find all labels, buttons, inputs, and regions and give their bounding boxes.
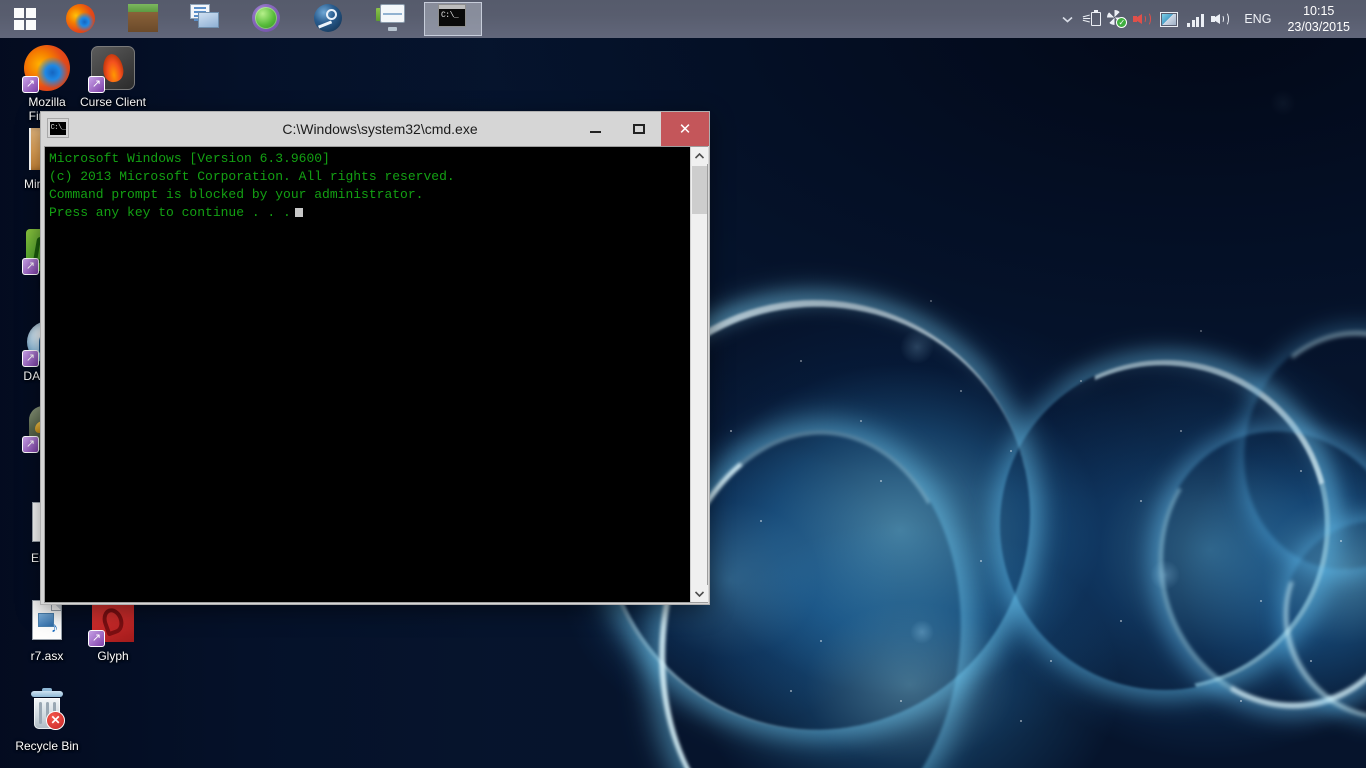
chevron-down-icon: [695, 591, 704, 597]
console-caret: [295, 208, 303, 217]
console-line: Microsoft Windows [Version 6.3.9600]: [49, 150, 686, 168]
desktop-icon-curse[interactable]: ↗ Curse Client: [76, 44, 150, 109]
desktop-icon-label: Glyph: [76, 649, 150, 663]
icon-art: ♪: [23, 598, 71, 646]
console-output[interactable]: Microsoft Windows [Version 6.3.9600](c) …: [45, 147, 690, 602]
shortcut-arrow-icon: ↗: [22, 76, 39, 93]
desktop-icon-glyph[interactable]: ↗ Glyph: [76, 598, 150, 663]
scroll-up-button[interactable]: [691, 147, 708, 164]
media-file-icon: ♪: [32, 600, 62, 640]
logo-pane: [14, 8, 24, 18]
taskbar-item-minecraft[interactable]: [114, 2, 172, 36]
display-icon[interactable]: [1156, 0, 1182, 38]
logo-pane: [14, 20, 24, 30]
desktop-icon-label: Recycle Bin: [10, 739, 84, 753]
desktop-icon-r7asx[interactable]: ♪ r7.asx: [10, 598, 84, 663]
shortcut-arrow-icon: ↗: [88, 76, 105, 93]
battery-icon[interactable]: ⚟: [1078, 0, 1104, 38]
chevron-up-icon: [695, 153, 704, 159]
icon-art: ↗: [23, 44, 71, 92]
scroll-down-button[interactable]: [691, 585, 708, 602]
taskbar-item-command-prompt[interactable]: C:\_: [424, 2, 482, 36]
taskbar[interactable]: C:\_ ⚟ ✓ ENG: [0, 0, 1366, 38]
clock-time: 10:15: [1287, 3, 1350, 19]
scrollbar-thumb[interactable]: [692, 166, 707, 214]
maximize-button[interactable]: [617, 112, 661, 146]
console-line: Command prompt is blocked by your admini…: [49, 186, 686, 204]
action-center-icon[interactable]: ✓: [1104, 0, 1130, 38]
desktop-icon-label: r7.asx: [10, 649, 84, 663]
command-prompt-icon: C:\_: [438, 4, 468, 34]
remote-desktop-icon: [190, 4, 220, 34]
console-body[interactable]: Microsoft Windows [Version 6.3.9600](c) …: [44, 146, 708, 603]
taskbar-item-firefox[interactable]: [52, 2, 110, 36]
windows-logo-icon: [14, 8, 36, 30]
icon-art: ↗: [89, 44, 137, 92]
minimize-icon: [590, 131, 601, 133]
close-button[interactable]: ✕: [661, 112, 709, 146]
shortcut-arrow-icon: ↗: [22, 258, 39, 275]
steam-icon: [314, 4, 344, 34]
clock[interactable]: 10:15 23/03/2015: [1281, 3, 1358, 35]
shortcut-arrow-icon: ↗: [88, 630, 105, 647]
shortcut-arrow-icon: ↗: [22, 436, 39, 453]
clock-date: 23/03/2015: [1287, 19, 1350, 35]
logo-pane: [26, 20, 36, 30]
command-prompt-window[interactable]: C:\_ C:\Windows\system32\cmd.exe ✕ Micro…: [40, 111, 710, 605]
shortcut-arrow-icon: ↗: [22, 350, 39, 367]
start-button[interactable]: [0, 0, 50, 38]
maximize-icon: [633, 124, 645, 134]
icon-art: ✕: [23, 688, 71, 736]
chevron-up-icon: [1062, 16, 1073, 23]
network-signal-icon[interactable]: [1182, 0, 1208, 38]
system-menu-icon[interactable]: C:\_: [47, 118, 69, 138]
cmd-glyph: C:\_: [50, 122, 66, 135]
desktop-icon-recyclebin[interactable]: ✕ Recycle Bin: [10, 688, 84, 753]
system-tray[interactable]: ⚟ ✓ ENG 10:15 23/03/2015: [1056, 0, 1366, 38]
recycle-bin-icon: ✕: [31, 691, 63, 731]
volume-muted-icon[interactable]: [1130, 0, 1156, 38]
language-indicator[interactable]: ENG: [1234, 12, 1281, 26]
network-globe-icon: [252, 4, 282, 34]
console-scrollbar[interactable]: [690, 147, 707, 602]
icon-art: ↗: [89, 598, 137, 646]
console-line: (c) 2013 Microsoft Corporation. All righ…: [49, 168, 686, 186]
taskbar-item-remote-desktop[interactable]: [176, 2, 234, 36]
desktop-icon-label: Curse Client: [76, 95, 150, 109]
speakers-icon[interactable]: [1208, 0, 1234, 38]
taskbar-item-performance-monitor[interactable]: [362, 2, 420, 36]
show-hidden-icons-button[interactable]: [1056, 0, 1078, 38]
window-controls[interactable]: ✕: [573, 112, 709, 146]
minecraft-icon: [128, 4, 158, 34]
taskbar-item-steam[interactable]: [300, 2, 358, 36]
performance-monitor-icon: [376, 4, 406, 34]
minimize-button[interactable]: [573, 112, 617, 146]
console-line: Press any key to continue . . .: [49, 204, 686, 222]
desktop[interactable]: ↗Mozilla Firefox↗Curse ClientMine- v0↗Ho…: [0, 0, 1366, 768]
logo-pane: [26, 8, 36, 18]
firefox-icon: [66, 4, 96, 34]
taskbar-item-network-globe[interactable]: [238, 2, 296, 36]
window-title-bar[interactable]: C:\_ C:\Windows\system32\cmd.exe ✕: [41, 112, 709, 146]
